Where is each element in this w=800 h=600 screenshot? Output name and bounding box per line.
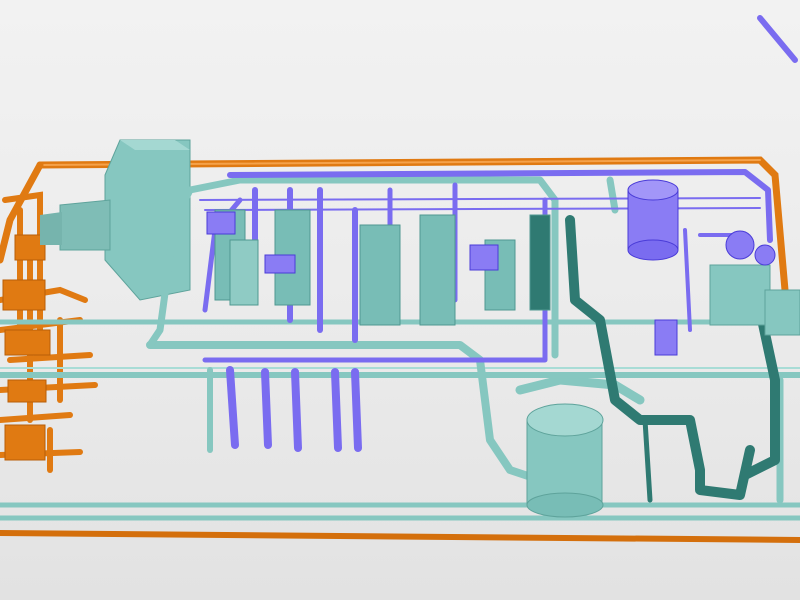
orange-block-2	[4, 329, 51, 356]
blue-vessel[interactable]	[627, 179, 679, 261]
orange-block-4	[4, 424, 46, 461]
orange-block-3	[7, 379, 47, 403]
frame-front-rail	[0, 530, 800, 543]
3d-viewport[interactable]	[0, 0, 800, 600]
orange-block-1	[2, 279, 46, 311]
vessel-icon[interactable]	[526, 403, 604, 518]
plant-piping-model[interactable]	[0, 0, 800, 600]
